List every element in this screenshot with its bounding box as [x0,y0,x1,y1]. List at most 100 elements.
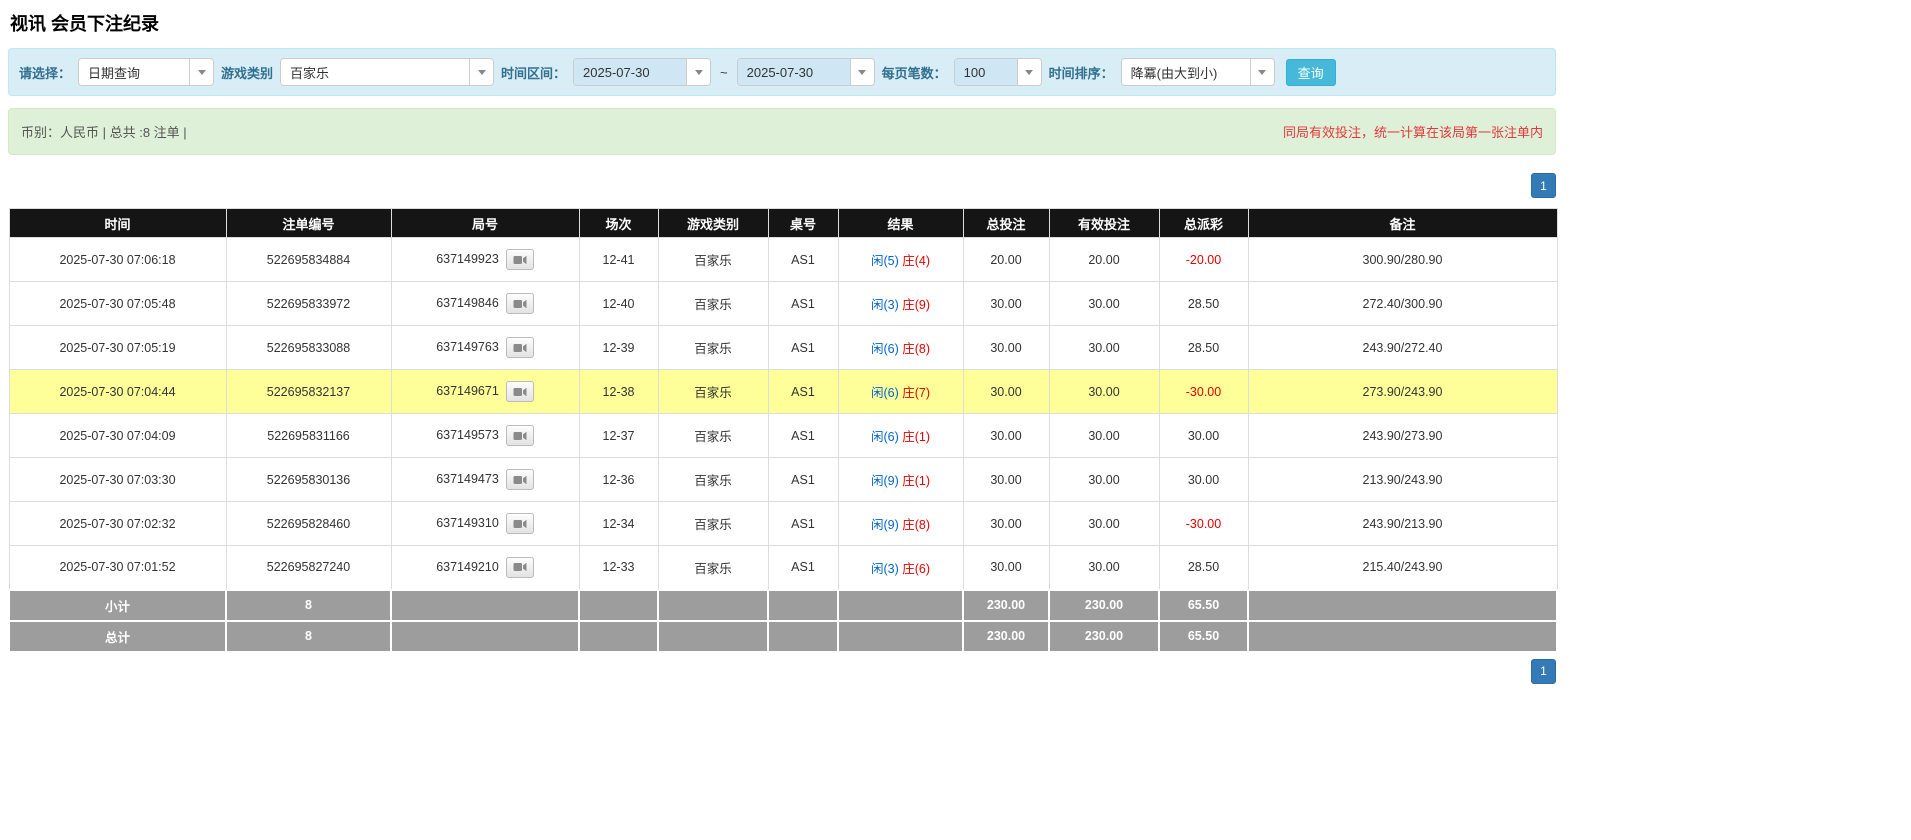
video-camera-icon [513,430,527,442]
video-replay-button[interactable] [506,381,534,402]
cell-total-bet[interactable]: 30.00 [963,546,1049,590]
header-valid-bet: 有效投注 [1049,209,1159,238]
table-header-row: 时间 注单编号 局号 场次 游戏类别 桌号 结果 总投注 有效投注 总派彩 备注 [9,209,1557,238]
page-container: 视讯 会员下注纪录 请选择： 日期查询 游戏类别 百家乐 时间区间： 2025-… [8,10,1556,684]
cell-table-no: AS1 [768,502,838,546]
cell-valid-bet: 30.00 [1049,326,1159,370]
game-type-select[interactable]: 百家乐 [280,58,494,86]
cell-payout: -30.00 [1159,370,1248,414]
cell-total-bet[interactable]: 30.00 [963,370,1049,414]
cell-total-bet[interactable]: 30.00 [963,282,1049,326]
result-player: 闲(6) [871,386,899,400]
cell-session: 12-40 [579,282,658,326]
table-summary-row: 总计8230.00230.0065.50 [9,621,1557,652]
cell-total-bet[interactable]: 30.00 [963,458,1049,502]
date-to-select[interactable]: 2025-07-30 [737,58,875,86]
filter-label-per-page: 每页笔数： [882,63,947,82]
betting-records-table: 时间 注单编号 局号 场次 游戏类别 桌号 结果 总投注 有效投注 总派彩 备注… [8,208,1558,653]
video-camera-icon [513,474,527,486]
query-type-value: 日期查询 [79,59,189,85]
cell-valid-bet: 30.00 [1049,546,1159,590]
cell-round-id: 637149846 [391,282,579,326]
chevron-down-icon[interactable] [1250,59,1274,85]
cell-bet-id: 522695832137 [226,370,391,414]
cell-game-type: 百家乐 [658,370,768,414]
per-page-select[interactable]: 100 [954,58,1042,86]
cell-total-bet[interactable]: 30.00 [963,502,1049,546]
round-id-text: 637149923 [436,252,499,266]
chevron-down-icon[interactable] [850,59,874,85]
round-id-text: 637149671 [436,384,499,398]
summary-bar: 币别：人民币 | 总共 :8 注单 | 同局有效投注，统一计算在该局第一张注单内 [8,108,1556,155]
video-replay-button[interactable] [506,293,534,314]
cell-result: 闲(3) 庄(9) [838,282,963,326]
cell-table-no: AS1 [768,546,838,590]
cell-game-type: 百家乐 [658,502,768,546]
cell-valid-bet: 30.00 [1049,414,1159,458]
notice-text: 同局有效投注，统一计算在该局第一张注单内 [1283,122,1543,141]
video-camera-icon [513,561,527,573]
chevron-down-icon[interactable] [1017,59,1041,85]
cell-payout: -20.00 [1159,238,1248,282]
result-player: 闲(6) [871,342,899,356]
header-session: 场次 [579,209,658,238]
video-replay-button[interactable] [506,249,534,270]
cell-round-id: 637149923 [391,238,579,282]
cell-total-bet[interactable]: 30.00 [963,326,1049,370]
table-row: 2025-07-30 07:02:32522695828460637149310… [9,502,1557,546]
table-row: 2025-07-30 07:01:52522695827240637149210… [9,546,1557,590]
header-round-id: 局号 [391,209,579,238]
summary-empty [1248,590,1557,621]
game-type-value: 百家乐 [281,59,469,85]
cell-game-type: 百家乐 [658,282,768,326]
header-bet-id: 注单编号 [226,209,391,238]
result-player: 闲(9) [871,518,899,532]
query-type-select[interactable]: 日期查询 [78,58,214,86]
cell-bet-id: 522695833972 [226,282,391,326]
result-player: 闲(6) [871,430,899,444]
table-summary-row: 小计8230.00230.0065.50 [9,590,1557,621]
filter-bar: 请选择： 日期查询 游戏类别 百家乐 时间区间： 2025-07-30 ~ 20… [8,48,1556,96]
page-1-button[interactable]: 1 [1531,659,1556,684]
header-remark: 备注 [1248,209,1557,238]
video-replay-button[interactable] [506,425,534,446]
cell-session: 12-33 [579,546,658,590]
cell-table-no: AS1 [768,238,838,282]
chevron-down-icon[interactable] [686,59,710,85]
result-banker: 庄(8) [902,342,930,356]
table-row: 2025-07-30 07:04:09522695831166637149573… [9,414,1557,458]
table-row: 2025-07-30 07:05:19522695833088637149763… [9,326,1557,370]
search-button[interactable]: 查询 [1286,59,1336,86]
filter-label-game: 游戏类别 [221,63,273,82]
header-payout: 总派彩 [1159,209,1248,238]
date-from-select[interactable]: 2025-07-30 [573,58,711,86]
video-replay-button[interactable] [506,469,534,490]
cell-session: 12-34 [579,502,658,546]
cell-remark: 300.90/280.90 [1248,238,1557,282]
table-row: 2025-07-30 07:06:18522695834884637149923… [9,238,1557,282]
filter-label-select: 请选择： [19,63,71,82]
header-game-type: 游戏类别 [658,209,768,238]
cell-table-no: AS1 [768,414,838,458]
chevron-down-icon[interactable] [469,59,493,85]
video-replay-button[interactable] [506,337,534,358]
cell-round-id: 637149210 [391,546,579,590]
video-camera-icon [513,298,527,310]
sort-order-select[interactable]: 降冪(由大到小) [1121,58,1275,86]
cell-payout: 28.50 [1159,546,1248,590]
summary-payout: 65.50 [1159,621,1248,652]
page-1-button[interactable]: 1 [1531,173,1556,198]
result-banker: 庄(1) [902,430,930,444]
video-replay-button[interactable] [506,513,534,534]
result-banker: 庄(7) [902,386,930,400]
cell-total-bet[interactable]: 30.00 [963,414,1049,458]
video-replay-button[interactable] [506,557,534,578]
result-banker: 庄(9) [902,298,930,312]
cell-total-bet[interactable]: 20.00 [963,238,1049,282]
cell-valid-bet: 30.00 [1049,458,1159,502]
result-banker: 庄(1) [902,474,930,488]
cell-round-id: 637149763 [391,326,579,370]
chevron-down-icon[interactable] [189,59,213,85]
cell-time: 2025-07-30 07:05:19 [9,326,226,370]
cell-time: 2025-07-30 07:01:52 [9,546,226,590]
